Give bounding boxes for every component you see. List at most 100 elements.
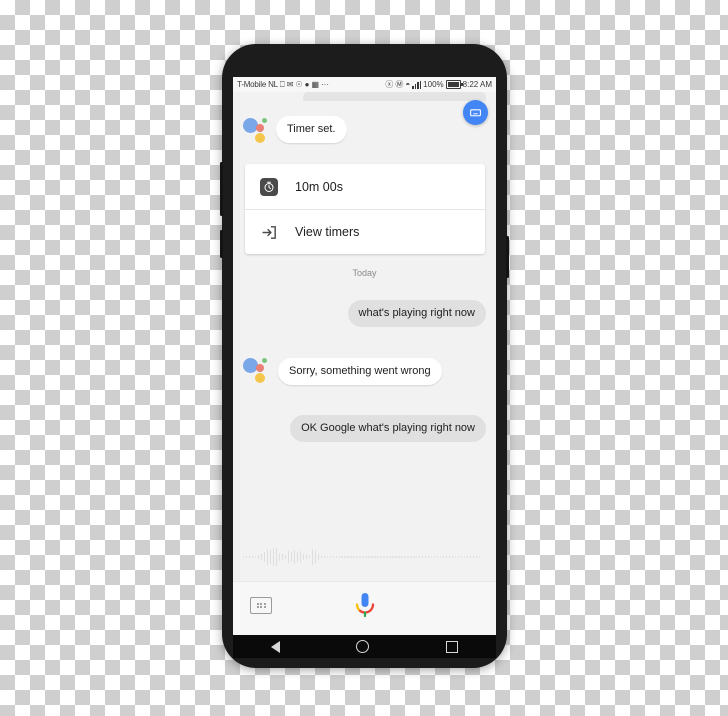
keyboard-icon — [470, 109, 481, 117]
waveform-bar — [389, 556, 391, 558]
waveform-bar — [371, 556, 373, 558]
waveform-bar — [347, 556, 349, 558]
arrow-into-box-icon — [261, 225, 276, 239]
waveform-bar — [353, 556, 355, 558]
day-separator: Today — [352, 268, 377, 278]
timer-duration-label: 10m 00s — [295, 179, 343, 194]
waveform-bar — [460, 556, 463, 558]
nfc-icon: Ⓜ — [395, 79, 404, 89]
keyboard-fab[interactable] — [463, 100, 488, 125]
scrolled-card-edge — [303, 92, 486, 101]
waveform-bar — [356, 556, 358, 558]
waveform-bar — [305, 554, 308, 560]
keyboard-toggle-button[interactable] — [250, 597, 272, 614]
assistant-dot-red — [256, 364, 264, 372]
waveform-bar — [278, 552, 281, 562]
mic-button[interactable] — [352, 591, 378, 619]
waveform-bar — [410, 556, 412, 558]
user-message-bubble: OK Google what's playing right now — [290, 415, 486, 443]
waveform-bar — [374, 556, 376, 558]
waveform-bar — [445, 556, 448, 558]
waveform-bar — [245, 556, 248, 558]
waveform-bar — [260, 553, 263, 561]
waveform-bar — [284, 554, 287, 560]
user-message-bubble: what's playing right now — [347, 300, 486, 328]
volume-button[interactable] — [220, 162, 223, 216]
waveform-bar — [254, 555, 257, 559]
open-timers-icon — [257, 220, 281, 244]
assistant-dot-red — [256, 124, 264, 132]
battery-icon — [445, 80, 463, 89]
view-timers-row[interactable]: View timers — [245, 209, 485, 254]
whatsapp-icon: ☉ — [295, 79, 303, 89]
carrier-label: T-Mobile — [237, 80, 267, 89]
waveform-bar — [457, 556, 460, 558]
more-overflow-icon: ··· — [321, 79, 329, 89]
assistant-dot-yellow — [255, 373, 265, 383]
google-mic-icon — [355, 593, 374, 618]
assistant-message-bubble: Sorry, something went wrong — [278, 358, 442, 386]
waveform-bar — [392, 556, 394, 558]
clock-icon — [257, 175, 281, 199]
waveform-bar — [401, 556, 403, 558]
waveform-bar — [269, 549, 272, 565]
wifi-icon: ◓ — [405, 79, 411, 89]
waveform-bar — [451, 556, 454, 558]
power-button[interactable] — [506, 236, 509, 278]
waveform-bar — [332, 556, 334, 558]
waveform-bar — [407, 556, 409, 558]
waveform-bar — [419, 556, 421, 558]
waveform-bar — [362, 556, 364, 558]
google-assistant-dots — [243, 355, 269, 383]
cast-icon: ⎕ — [279, 79, 285, 89]
waveform-bar — [338, 556, 340, 558]
waveform-bar — [248, 556, 251, 558]
waveform-bar — [344, 556, 346, 558]
waveform-bar — [475, 556, 478, 558]
waveform-bar — [323, 556, 325, 558]
waveform-bar — [425, 556, 427, 558]
waveform-bar — [428, 556, 430, 558]
phone-screen: T-Mobile NL ⎕ ✉ ☉ ● ▦ ··· ⓧ Ⓜ ◓ 100% 8:2… — [233, 77, 496, 635]
home-button[interactable] — [356, 640, 370, 653]
waveform-bar — [359, 556, 361, 558]
assistant-dot-green — [262, 118, 267, 123]
clock-label: 8:22 AM — [462, 79, 492, 89]
waveform-bar — [296, 552, 299, 562]
battery-percent-label: 100% — [423, 79, 444, 89]
app-icon: ▦ — [311, 79, 319, 89]
waveform-bar — [272, 547, 275, 567]
signal-icon — [412, 80, 422, 89]
waveform-bar — [335, 556, 337, 558]
waveform-bar — [404, 556, 406, 558]
assistant-conversation[interactable]: Timer set. 10m 00s View timers Today wha… — [233, 92, 496, 582]
timer-duration-row[interactable]: 10m 00s — [245, 164, 485, 209]
status-bar: T-Mobile NL ⎕ ✉ ☉ ● ▦ ··· ⓧ Ⓜ ◓ 100% 8:2… — [233, 77, 496, 92]
chat-icon: ● — [304, 79, 310, 89]
android-nav-bar — [233, 635, 496, 658]
waveform-bar — [434, 556, 436, 558]
timer-card[interactable]: 10m 00s View timers — [245, 164, 485, 254]
mail-icon: ✉ — [286, 79, 294, 89]
audio-waveform — [243, 546, 486, 568]
waveform-bar — [317, 554, 319, 560]
waveform-bar — [263, 551, 266, 563]
network-label: NL — [268, 80, 278, 89]
waveform-bar — [293, 550, 296, 564]
recents-button[interactable] — [445, 640, 458, 653]
waveform-bar — [436, 556, 439, 558]
waveform-bar — [398, 556, 400, 558]
waveform-bar — [416, 556, 418, 558]
assistant-side-button[interactable] — [220, 230, 223, 258]
waveform-bar — [478, 556, 481, 558]
back-button[interactable] — [271, 640, 281, 653]
waveform-bar — [365, 556, 367, 558]
waveform-bar — [448, 556, 451, 558]
waveform-bar — [413, 556, 415, 558]
waveform-bar — [299, 550, 302, 564]
waveform-bar — [329, 556, 331, 558]
waveform-bar — [439, 556, 442, 558]
waveform-bar — [431, 556, 433, 558]
clock-glyph — [264, 181, 274, 192]
waveform-bar — [290, 551, 293, 563]
